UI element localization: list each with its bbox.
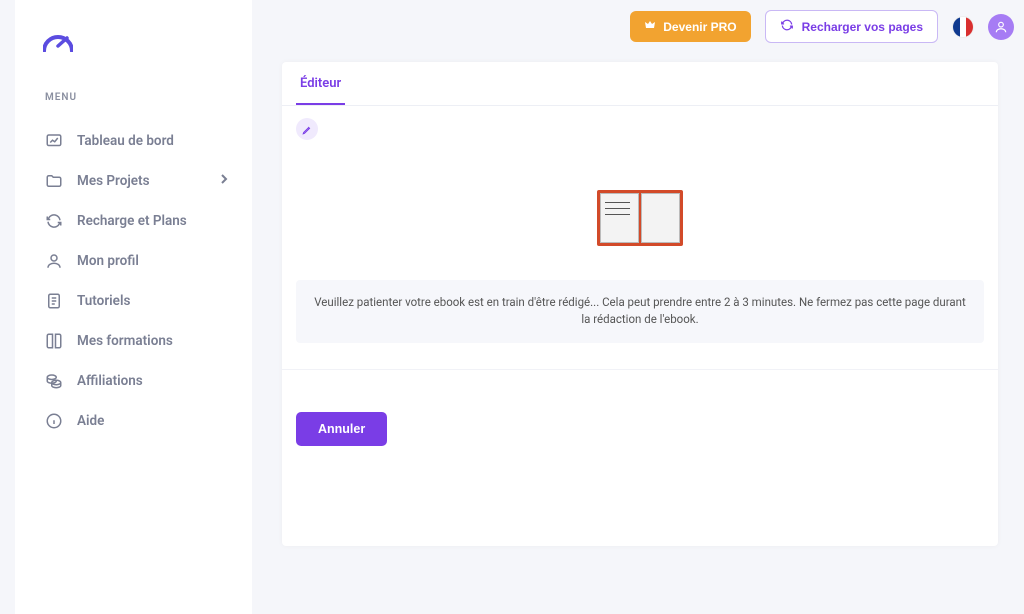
reload-button-label: Recharger vos pages xyxy=(802,20,923,34)
coins-icon xyxy=(45,372,63,390)
book-right-page xyxy=(641,193,680,243)
file-icon xyxy=(45,292,63,310)
cancel-button[interactable]: Annuler xyxy=(296,412,387,446)
become-pro-button[interactable]: Devenir PRO xyxy=(630,11,750,42)
sidebar: MENU Tableau de bord Mes Projets Recharg… xyxy=(15,0,252,614)
folder-icon xyxy=(45,172,63,190)
app-logo[interactable] xyxy=(43,30,252,52)
chevron-right-icon xyxy=(220,173,228,189)
crown-icon xyxy=(644,19,656,34)
sidebar-item-label: Mon profil xyxy=(77,253,139,269)
reload-icon xyxy=(780,18,794,35)
sidebar-item-label: Mes Projets xyxy=(77,173,150,189)
sidebar-item-label: Mes formations xyxy=(77,333,173,349)
book-icon xyxy=(45,332,63,350)
sidebar-item-dashboard[interactable]: Tableau de bord xyxy=(15,121,252,161)
sidebar-item-projects[interactable]: Mes Projets xyxy=(15,161,252,201)
ebook-loading-illustration xyxy=(282,146,998,280)
status-message: Veuillez patienter votre ebook est en tr… xyxy=(296,280,984,343)
tab-bar: Éditeur xyxy=(282,62,998,106)
flag-stripe-blue xyxy=(953,17,960,37)
pro-button-label: Devenir PRO xyxy=(663,20,736,34)
dashboard-icon xyxy=(45,132,63,150)
sidebar-item-tutorials[interactable]: Tutoriels xyxy=(15,281,252,321)
sidebar-item-profile[interactable]: Mon profil xyxy=(15,241,252,281)
user-avatar[interactable] xyxy=(988,14,1014,40)
sidebar-item-label: Aide xyxy=(77,413,104,429)
tab-editor[interactable]: Éditeur xyxy=(296,62,345,105)
flag-stripe-red xyxy=(966,17,973,37)
book-graphic xyxy=(597,190,683,246)
sidebar-item-label: Recharge et Plans xyxy=(77,213,187,229)
sidebar-item-plans[interactable]: Recharge et Plans xyxy=(15,201,252,241)
sidebar-item-affiliations[interactable]: Affiliations xyxy=(15,361,252,401)
sidebar-item-label: Tutoriels xyxy=(77,293,130,309)
edit-tool-button[interactable] xyxy=(296,118,318,140)
sidebar-item-help[interactable]: Aide xyxy=(15,401,252,441)
toolbar xyxy=(282,106,998,146)
flag-stripe-white xyxy=(960,17,967,37)
menu-heading: MENU xyxy=(45,92,252,103)
top-header: Devenir PRO Recharger vos pages xyxy=(630,10,1014,43)
sidebar-item-courses[interactable]: Mes formations xyxy=(15,321,252,361)
editor-footer: Annuler xyxy=(282,369,998,546)
sidebar-item-label: Tableau de bord xyxy=(77,133,174,149)
language-selector[interactable] xyxy=(952,16,974,38)
info-icon xyxy=(45,412,63,430)
refresh-icon xyxy=(45,212,63,230)
pencil-icon xyxy=(302,120,312,139)
book-left-page xyxy=(600,193,639,243)
reload-pages-button[interactable]: Recharger vos pages xyxy=(765,10,938,43)
sidebar-item-label: Affiliations xyxy=(77,373,143,389)
user-icon xyxy=(45,252,63,270)
editor-card: Éditeur Veuillez patienter votre ebook e… xyxy=(282,62,998,546)
